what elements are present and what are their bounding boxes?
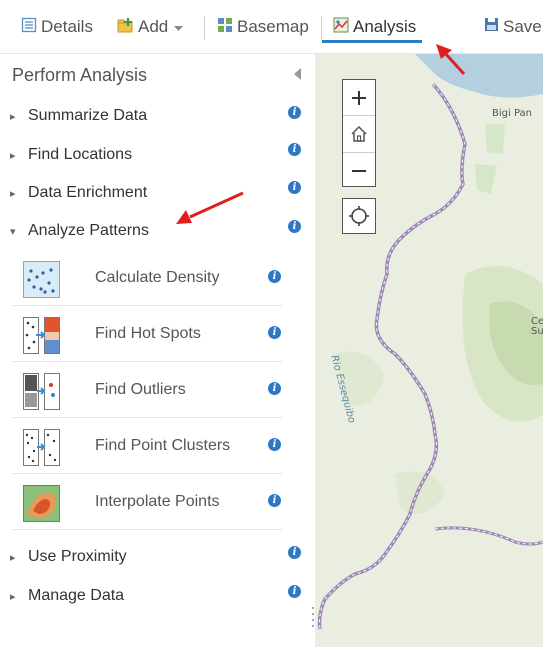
- annotation-arrow-analysis: [436, 44, 466, 76]
- annotation-arrow-analyze-patterns: [176, 191, 244, 224]
- annotation-arrows: [176, 44, 466, 224]
